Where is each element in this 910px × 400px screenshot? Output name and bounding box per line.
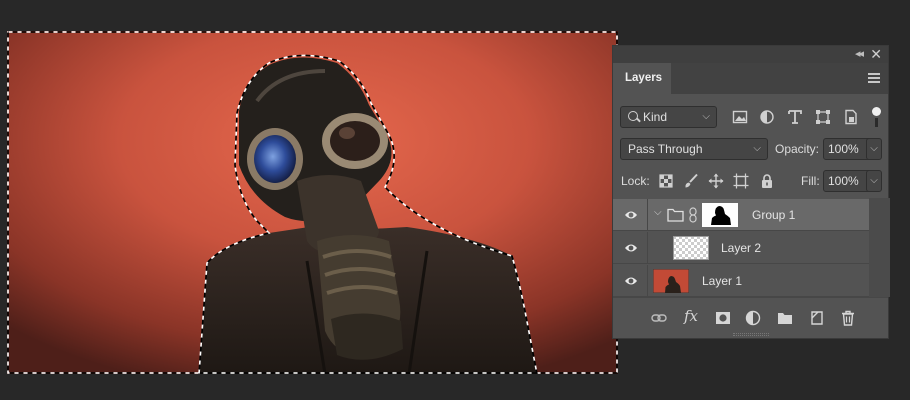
filter-adjustment-layers-icon[interactable] [759, 109, 775, 125]
search-icon [628, 111, 638, 121]
tab-layers[interactable]: Layers [613, 63, 671, 94]
filter-smart-objects-icon[interactable] [843, 109, 859, 125]
filter-type-layers-icon[interactable] [787, 109, 803, 125]
blend-opacity-row: Pass Through ⌵ Opacity: 100% ⌵ [613, 138, 888, 160]
panel-tab-bar: Layers [613, 63, 888, 94]
layers-panel: ◂◂ ✕ Layers Kind ⌵ Pass Through ⌵ Opacit… [612, 45, 890, 339]
close-panel-icon[interactable]: ✕ [870, 46, 882, 62]
mask-link-chain-icon[interactable] [689, 207, 697, 223]
eye-icon[interactable] [624, 242, 638, 254]
layer-name: Layer 2 [721, 241, 762, 255]
new-layer-icon[interactable] [809, 310, 825, 326]
eye-icon[interactable] [624, 209, 638, 221]
folder-icon [667, 208, 684, 222]
expand-group-chevron-icon[interactable]: ⌵ [654, 207, 662, 218]
filter-toggle-switch[interactable] [872, 107, 881, 127]
collapse-panel-icon[interactable]: ◂◂ [855, 47, 864, 60]
layer-row-group-1[interactable]: ⌵ Group 1 [613, 199, 869, 231]
filter-kind-label: Kind [643, 110, 668, 124]
lock-all-icon[interactable] [759, 173, 775, 189]
filter-pixel-layers-icon[interactable] [732, 109, 748, 125]
panel-menu-icon[interactable] [868, 73, 880, 83]
layers-scrollbar[interactable] [869, 198, 890, 297]
layer-row-layer-1[interactable]: Layer 1 [613, 265, 869, 297]
lock-artboard-icon[interactable] [733, 173, 749, 189]
blend-mode-select[interactable]: Pass Through ⌵ [620, 138, 768, 160]
lock-position-move-icon[interactable] [708, 173, 724, 189]
fill-dropdown-button[interactable]: ⌵ [866, 170, 882, 192]
layer-mask-thumbnail[interactable] [702, 203, 738, 227]
opacity-label: Opacity: [775, 142, 820, 156]
layer-name: Group 1 [752, 208, 796, 222]
new-adjustment-layer-icon[interactable] [745, 310, 761, 326]
lock-image-pixels-brush-icon[interactable] [683, 173, 699, 189]
new-group-folder-icon[interactable] [777, 310, 793, 326]
filter-kind-select[interactable]: Kind ⌵ [620, 106, 717, 128]
lock-transparent-pixels-icon[interactable] [658, 173, 674, 189]
document-canvas[interactable] [7, 31, 618, 374]
layer-name: Layer 1 [702, 274, 743, 288]
layer-row-layer-2[interactable]: Layer 2 [613, 232, 869, 264]
chevron-down-icon: ⌵ [702, 111, 710, 122]
add-layer-mask-icon[interactable] [715, 310, 731, 326]
chevron-down-icon: ⌵ [753, 143, 761, 154]
photo-layer-thumbnail[interactable] [653, 269, 689, 293]
layer-filter-row: Kind ⌵ [613, 106, 888, 128]
opacity-dropdown-button[interactable]: ⌵ [866, 138, 882, 160]
canvas-photo [7, 31, 618, 374]
panel-resize-grip[interactable] [733, 333, 769, 336]
blend-mode-value: Pass Through [628, 142, 703, 156]
eye-icon[interactable] [624, 275, 638, 287]
filter-shape-layers-icon[interactable] [815, 109, 831, 125]
lock-fill-row: Lock: Fill: 100% ⌵ [613, 170, 888, 192]
transparent-layer-thumbnail[interactable] [673, 236, 709, 260]
layer-style-fx-icon[interactable]: fx [684, 307, 698, 325]
fill-label: Fill: [801, 174, 820, 188]
delete-layer-trash-icon[interactable] [840, 310, 856, 326]
panel-title-bar[interactable]: ◂◂ ✕ [613, 46, 888, 63]
link-layers-icon[interactable] [651, 310, 667, 326]
lock-label: Lock: [621, 174, 650, 188]
layers-footer-toolbar: fx [613, 297, 888, 337]
